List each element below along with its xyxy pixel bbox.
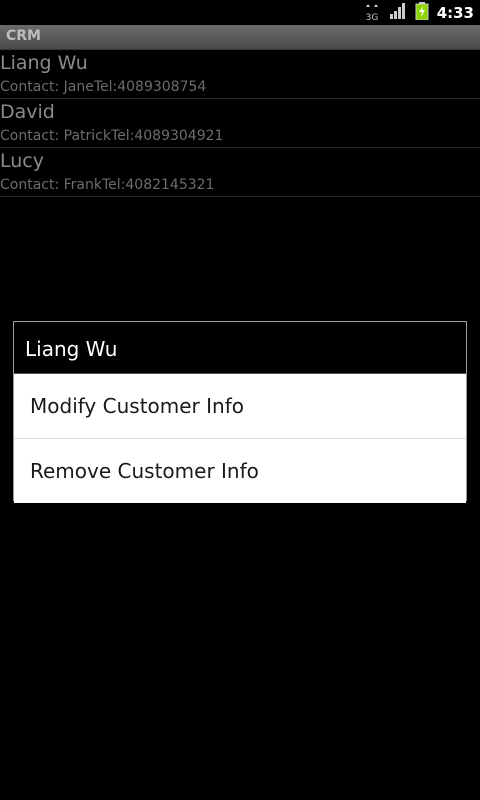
battery-charging-icon	[415, 1, 429, 24]
context-menu-dialog: Liang Wu Modify Customer Info Remove Cus…	[13, 321, 467, 503]
modify-customer-option[interactable]: Modify Customer Info	[14, 374, 466, 438]
status-bar: 3G 4:33	[0, 0, 480, 25]
dialog-header: Liang Wu	[14, 322, 466, 374]
network-type-label: 3G	[365, 13, 378, 23]
data-arrows-icon: 3G	[365, 3, 379, 23]
status-icons: 3G 4:33	[365, 0, 474, 25]
remove-customer-label: Remove Customer Info	[30, 459, 259, 483]
remove-customer-option[interactable]: Remove Customer Info	[14, 438, 466, 503]
clock: 4:33	[436, 3, 474, 22]
modify-customer-label: Modify Customer Info	[30, 394, 244, 418]
dialog-title: Liang Wu	[25, 337, 118, 361]
signal-icon	[389, 2, 407, 23]
